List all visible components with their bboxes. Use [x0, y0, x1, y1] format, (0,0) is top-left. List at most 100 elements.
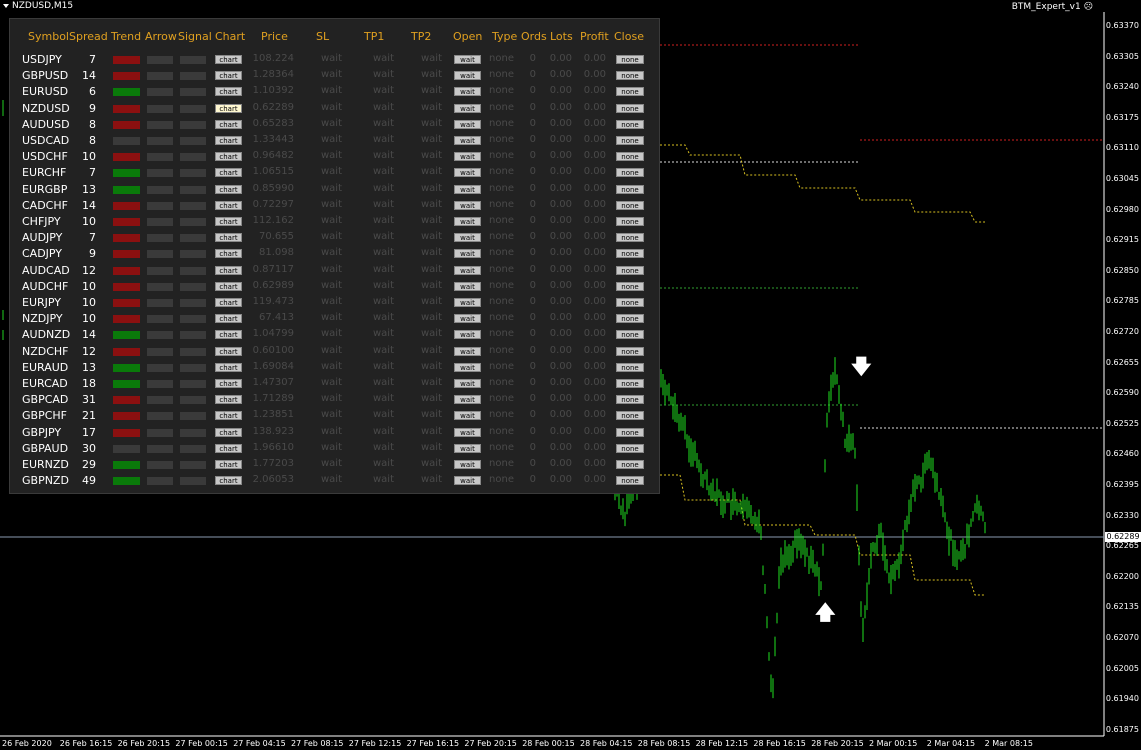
- price-value: 138.923: [252, 425, 294, 437]
- open-button[interactable]: wait: [454, 346, 481, 356]
- open-button[interactable]: wait: [454, 136, 481, 145]
- chart-button[interactable]: chart: [215, 249, 242, 259]
- open-button[interactable]: wait: [454, 395, 481, 405]
- type-value: none: [489, 393, 514, 405]
- close-button[interactable]: none: [616, 119, 644, 129]
- chart-button[interactable]: chart: [215, 217, 242, 226]
- close-button[interactable]: none: [616, 427, 644, 437]
- close-button[interactable]: none: [616, 136, 644, 145]
- close-button[interactable]: none: [616, 346, 644, 356]
- lots-value: 0.00: [549, 53, 572, 64]
- close-button[interactable]: none: [616, 184, 644, 194]
- close-button[interactable]: none: [616, 71, 644, 81]
- chart-button[interactable]: chart: [215, 200, 242, 210]
- open-button[interactable]: wait: [454, 314, 481, 324]
- price-value: 1.28364: [252, 69, 294, 81]
- open-button[interactable]: wait: [454, 119, 481, 129]
- time-tick-label: 26 Feb 20:15: [117, 739, 171, 748]
- profit-value: 0.00: [583, 182, 606, 194]
- chart-button[interactable]: chart: [215, 87, 242, 97]
- open-button[interactable]: wait: [454, 476, 481, 486]
- chart-button[interactable]: chart: [215, 411, 242, 421]
- chart-button[interactable]: chart: [215, 476, 242, 486]
- price-value: 108.224: [252, 53, 294, 64]
- chart-button[interactable]: chart: [215, 184, 242, 194]
- chart-button[interactable]: chart: [215, 55, 242, 64]
- symbol-label: CADCHF: [22, 198, 68, 212]
- close-button[interactable]: none: [616, 476, 644, 486]
- open-button[interactable]: wait: [454, 184, 481, 194]
- open-button[interactable]: wait: [454, 427, 481, 437]
- type-value: none: [489, 101, 514, 113]
- price-tick-label: 0.62590: [1105, 388, 1139, 398]
- price-value: 1.69084: [252, 360, 294, 372]
- open-button[interactable]: wait: [454, 298, 481, 307]
- open-button[interactable]: wait: [454, 265, 481, 275]
- close-button[interactable]: none: [616, 168, 644, 178]
- close-button[interactable]: none: [616, 103, 644, 113]
- open-button[interactable]: wait: [454, 200, 481, 210]
- tp2-value: wait: [420, 425, 442, 437]
- open-button[interactable]: wait: [454, 281, 481, 291]
- open-button[interactable]: wait: [454, 362, 481, 372]
- chart-button[interactable]: chart: [215, 152, 242, 162]
- chart-button[interactable]: chart: [215, 103, 242, 113]
- open-button[interactable]: wait: [454, 55, 481, 64]
- open-button[interactable]: wait: [454, 411, 481, 421]
- chart-button[interactable]: chart: [215, 362, 242, 372]
- close-button[interactable]: none: [616, 314, 644, 324]
- close-button[interactable]: none: [616, 443, 644, 453]
- open-button[interactable]: wait: [454, 379, 481, 388]
- close-button[interactable]: none: [616, 460, 644, 469]
- open-button[interactable]: wait: [454, 330, 481, 340]
- open-button[interactable]: wait: [454, 71, 481, 81]
- close-button[interactable]: none: [616, 265, 644, 275]
- close-button[interactable]: none: [616, 379, 644, 388]
- close-button[interactable]: none: [616, 55, 644, 64]
- close-button[interactable]: none: [616, 200, 644, 210]
- close-button[interactable]: none: [616, 362, 644, 372]
- close-button[interactable]: none: [616, 233, 644, 243]
- close-button[interactable]: none: [616, 298, 644, 307]
- tp1-value: wait: [372, 198, 394, 210]
- symbol-label: GBPJPY: [22, 425, 62, 439]
- chart-button[interactable]: chart: [215, 427, 242, 437]
- chart-button[interactable]: chart: [215, 330, 242, 340]
- chart-button[interactable]: chart: [215, 443, 242, 453]
- open-button[interactable]: wait: [454, 233, 481, 243]
- chart-button[interactable]: chart: [215, 119, 242, 129]
- close-button[interactable]: none: [616, 411, 644, 421]
- open-button[interactable]: wait: [454, 217, 481, 226]
- close-button[interactable]: none: [616, 152, 644, 162]
- chart-button[interactable]: chart: [215, 314, 242, 324]
- open-button[interactable]: wait: [454, 87, 481, 97]
- open-button[interactable]: wait: [454, 443, 481, 453]
- chart-button[interactable]: chart: [215, 281, 242, 291]
- open-button[interactable]: wait: [454, 460, 481, 469]
- tp2-value: wait: [420, 231, 442, 243]
- chart-button[interactable]: chart: [215, 71, 242, 81]
- close-button[interactable]: none: [616, 395, 644, 405]
- open-button[interactable]: wait: [454, 152, 481, 162]
- chart-button[interactable]: chart: [215, 265, 242, 275]
- open-button[interactable]: wait: [454, 249, 481, 259]
- chart-button[interactable]: chart: [215, 136, 242, 145]
- chart-button[interactable]: chart: [215, 379, 242, 388]
- trend-indicator: [113, 218, 140, 226]
- close-button[interactable]: none: [616, 87, 644, 97]
- ords-value: 0: [529, 279, 536, 291]
- chart-button[interactable]: chart: [215, 395, 242, 405]
- chart-button[interactable]: chart: [215, 460, 242, 469]
- close-button[interactable]: none: [616, 330, 644, 340]
- chart-button[interactable]: chart: [215, 298, 242, 307]
- chart-button[interactable]: chart: [215, 346, 242, 356]
- open-button[interactable]: wait: [454, 168, 481, 178]
- trend-indicator: [113, 282, 140, 291]
- dropdown-icon[interactable]: [3, 4, 9, 8]
- open-button[interactable]: wait: [454, 103, 481, 113]
- chart-button[interactable]: chart: [215, 168, 242, 178]
- close-button[interactable]: none: [616, 217, 644, 226]
- chart-button[interactable]: chart: [215, 233, 242, 243]
- close-button[interactable]: none: [616, 249, 644, 259]
- close-button[interactable]: none: [616, 281, 644, 291]
